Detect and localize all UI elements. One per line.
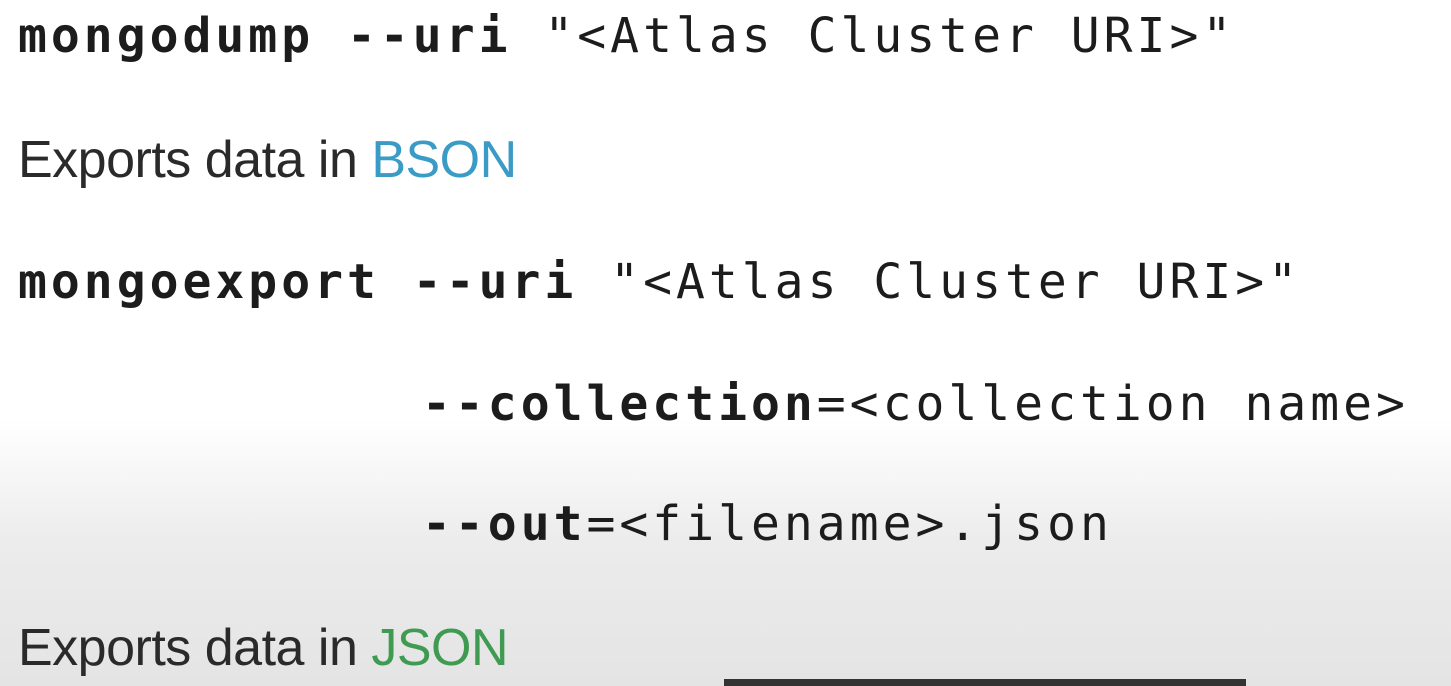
collection-option: --collection — [422, 376, 817, 432]
json-format-label: JSON — [371, 619, 508, 677]
collection-value: =<collection name> — [816, 376, 1409, 432]
mongoexport-keyword: mongoexport — [18, 254, 380, 310]
collection-option-line: --collection=<collection name> — [422, 380, 1409, 428]
uri-argument: "<Atlas Cluster URI>" — [577, 254, 1302, 310]
bson-description-text: Exports data in — [18, 131, 372, 189]
uri-argument: "<Atlas Cluster URI>" — [511, 8, 1236, 64]
json-description: Exports data in JSON — [18, 622, 508, 674]
video-caption-bar — [724, 679, 1246, 686]
out-value: =<filename>.json — [586, 496, 1113, 552]
mongodump-command-line: mongodump --uri "<Atlas Cluster URI>" — [18, 12, 1235, 60]
bson-description: Exports data in BSON — [18, 134, 517, 186]
json-description-text: Exports data in — [18, 619, 372, 677]
bson-format-label: BSON — [371, 131, 517, 189]
out-option: --out — [422, 496, 587, 552]
mongodump-keyword: mongodump — [18, 8, 315, 64]
uri-option: --uri — [314, 8, 512, 64]
out-option-line: --out=<filename>.json — [422, 500, 1113, 548]
mongoexport-command-line: mongoexport --uri "<Atlas Cluster URI>" — [18, 258, 1301, 306]
uri-option: --uri — [379, 254, 578, 310]
